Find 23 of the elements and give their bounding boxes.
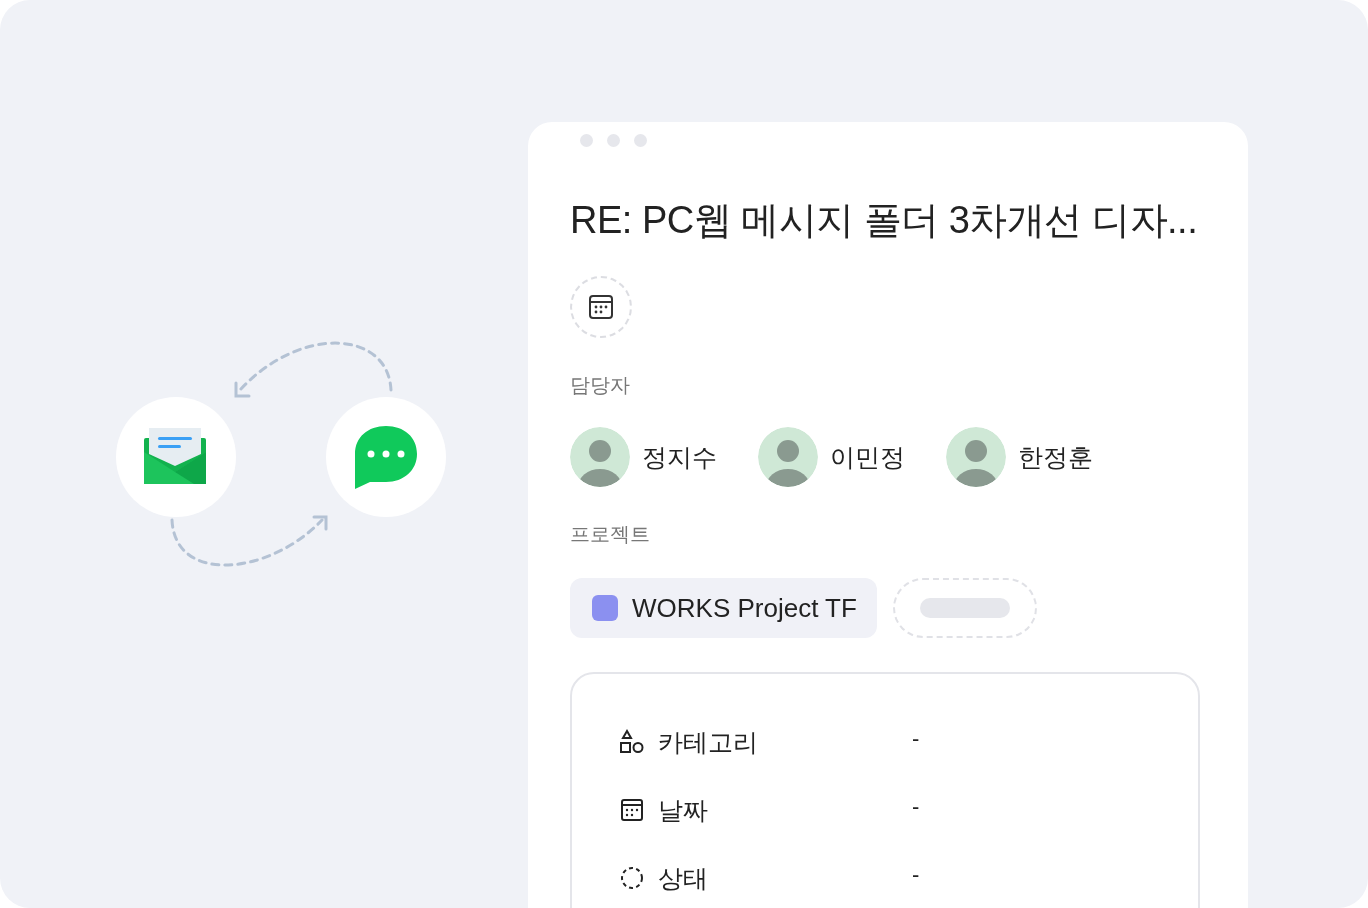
property-label: 카테고리 bbox=[658, 726, 759, 758]
window-dot bbox=[634, 134, 647, 147]
property-value: - bbox=[912, 794, 920, 820]
property-value: - bbox=[912, 862, 920, 888]
calendar-icon bbox=[587, 293, 615, 321]
assignee-label: 담당자 bbox=[570, 373, 631, 398]
dashed-circle-icon bbox=[618, 864, 646, 892]
assignee-name: 한정훈 bbox=[1018, 441, 1093, 473]
property-label: 상태 bbox=[658, 862, 709, 894]
chat-bubble-icon bbox=[354, 425, 418, 489]
project-name: WORKS Project TF bbox=[632, 592, 857, 624]
project-label: 프로젝트 bbox=[570, 522, 651, 547]
assignee-name: 이민정 bbox=[830, 441, 905, 473]
calendar-icon bbox=[618, 796, 646, 824]
project-chip[interactable]: WORKS Project TF bbox=[570, 578, 877, 638]
window-dot bbox=[580, 134, 593, 147]
window-dot bbox=[607, 134, 620, 147]
assignee-name: 정지수 bbox=[642, 441, 717, 473]
envelope-icon bbox=[144, 428, 208, 486]
property-label: 날짜 bbox=[658, 794, 709, 826]
shapes-icon bbox=[618, 728, 646, 756]
property-value: - bbox=[912, 726, 920, 752]
task-title: RE: PC웹 메시지 폴더 3차개선 디자... bbox=[570, 198, 1199, 243]
